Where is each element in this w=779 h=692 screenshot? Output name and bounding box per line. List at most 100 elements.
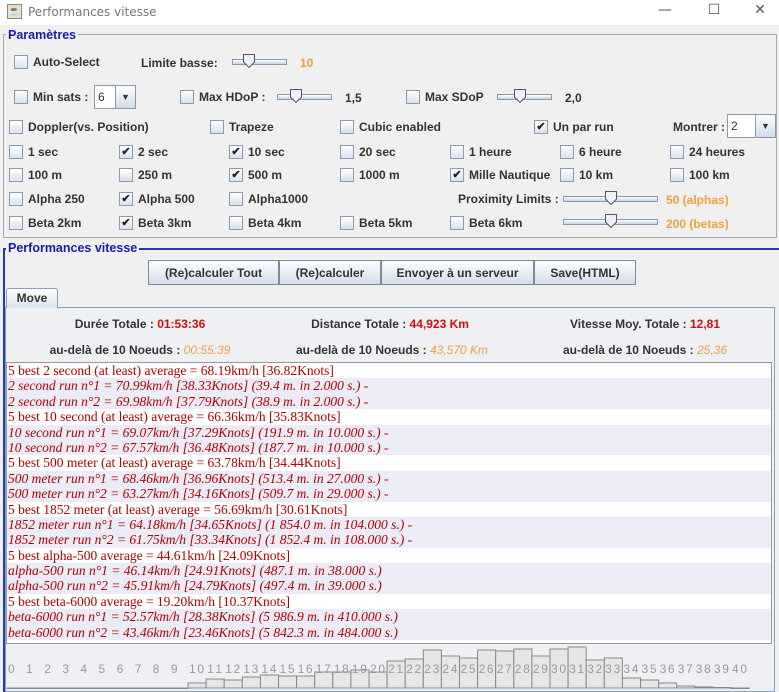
checkbox-box[interactable] xyxy=(340,120,354,134)
chevron-down-icon[interactable]: ▼ xyxy=(115,86,135,108)
duree-totale: Durée Totale : 01:53:36 xyxy=(30,317,250,331)
alpha-250-checkbox[interactable]: Alpha 250 xyxy=(9,192,85,206)
1-heure-checkbox[interactable]: 1 heure xyxy=(450,145,512,159)
6-heure-checkbox[interactable]: 6 heure xyxy=(560,145,622,159)
slider-thumb[interactable] xyxy=(605,191,617,205)
checkbox-box[interactable] xyxy=(9,192,23,206)
doppler-checkbox[interactable]: Doppler(vs. Position) xyxy=(9,120,149,134)
save-html-button[interactable]: Save(HTML) xyxy=(534,260,636,285)
2-sec-checkbox[interactable]: ✔ 2 sec xyxy=(119,145,168,159)
montrer-value: 2 xyxy=(731,119,738,133)
checkbox-box[interactable] xyxy=(450,145,464,159)
tab-move[interactable]: Move xyxy=(6,288,58,308)
checkbox-box[interactable] xyxy=(406,90,420,104)
montrer-combo[interactable]: 2 ▼ xyxy=(727,114,776,138)
title-bar: ☕ Performances vitesse — ☐ ✕ xyxy=(0,0,779,25)
histogram-tick-label: 8 xyxy=(153,662,160,676)
alpha-500-checkbox[interactable]: ✔ Alpha 500 xyxy=(119,192,195,206)
checkbox-box[interactable] xyxy=(670,145,684,159)
checkbox-box[interactable] xyxy=(119,168,133,182)
checkbox-box[interactable] xyxy=(670,168,684,182)
beta-2km-checkbox[interactable]: Beta 2km xyxy=(9,216,81,230)
distance-value: 44,923 Km xyxy=(409,317,469,331)
min-sats-combo[interactable]: 6 ▼ xyxy=(94,85,136,109)
histogram-tick-label: 6 xyxy=(117,662,124,676)
beta-6km-checkbox[interactable]: Beta 6km xyxy=(450,216,522,230)
checkbox-box[interactable] xyxy=(340,168,354,182)
duree-value: 01:53:36 xyxy=(157,317,206,331)
proximity-beta-slider[interactable] xyxy=(563,214,658,228)
limite-basse-slider[interactable] xyxy=(232,54,287,68)
close-button[interactable]: ✕ xyxy=(740,2,779,22)
checkbox-box[interactable]: ✔ xyxy=(229,168,243,182)
recalculer-tout-button[interactable]: (Re)calculer Tout xyxy=(148,260,279,285)
slider-thumb[interactable] xyxy=(290,89,302,103)
histogram-bar xyxy=(205,678,225,689)
checkbox-box[interactable]: ✔ xyxy=(534,120,548,134)
summary-line: 5 best 2 second (at least) average = 68.… xyxy=(8,363,334,378)
results-text-area[interactable]: 5 best 2 second (at least) average = 68.… xyxy=(6,362,772,644)
trapeze-checkbox[interactable]: Trapeze xyxy=(210,120,274,134)
slider-thumb[interactable] xyxy=(605,214,617,228)
checkbox-box[interactable] xyxy=(14,90,28,104)
beta-3km-label: Beta 3km xyxy=(138,216,192,230)
checkbox-box[interactable]: ✔ xyxy=(229,145,243,159)
10-sec-checkbox[interactable]: ✔ 10 sec xyxy=(229,145,285,159)
chevron-down-icon[interactable]: ▼ xyxy=(755,115,775,137)
beta-4km-checkbox[interactable]: Beta 4km xyxy=(229,216,301,230)
24-heures-checkbox[interactable]: 24 heures xyxy=(670,145,745,159)
slider-thumb[interactable] xyxy=(243,54,255,68)
checkbox-box[interactable] xyxy=(340,216,354,230)
beta-5km-checkbox[interactable]: Beta 5km xyxy=(340,216,412,230)
checkbox-box[interactable] xyxy=(210,120,224,134)
min-sats-checkbox[interactable]: Min sats : xyxy=(14,90,88,104)
envoyer-serveur-button[interactable]: Envoyer à un serveur xyxy=(381,260,534,285)
maximize-button[interactable]: ☐ xyxy=(694,2,734,22)
checkbox-box[interactable] xyxy=(9,145,23,159)
beta-2km-label: Beta 2km xyxy=(28,216,82,230)
histogram-bar xyxy=(241,676,261,689)
max-sdop-slider[interactable] xyxy=(497,89,552,103)
1000-m-checkbox[interactable]: 1000 m xyxy=(340,168,400,182)
checkbox-box[interactable]: ✔ xyxy=(119,216,133,230)
checkbox-box[interactable]: ✔ xyxy=(450,168,464,182)
100-km-checkbox[interactable]: 100 km xyxy=(670,168,730,182)
checkbox-box[interactable] xyxy=(229,192,243,206)
checkbox-box[interactable] xyxy=(180,90,194,104)
100-m-checkbox[interactable]: 100 m xyxy=(9,168,62,182)
checkbox-box[interactable] xyxy=(9,168,23,182)
checkbox-box[interactable] xyxy=(9,120,23,134)
checkbox-box[interactable] xyxy=(9,216,23,230)
500-m-label: 500 m xyxy=(248,168,283,182)
checkbox-box[interactable]: ✔ xyxy=(119,192,133,206)
10-km-checkbox[interactable]: 10 km xyxy=(560,168,613,182)
500-m-checkbox[interactable]: ✔ 500 m xyxy=(229,168,282,182)
checkbox-box[interactable] xyxy=(560,145,574,159)
proximity-alpha-slider[interactable] xyxy=(563,191,658,205)
checkbox-box[interactable] xyxy=(14,55,28,69)
max-sdop-checkbox[interactable]: Max SDoP xyxy=(406,90,484,104)
slider-thumb[interactable] xyxy=(514,89,526,103)
auto-select-checkbox[interactable]: Auto-Select xyxy=(14,55,100,69)
checkbox-box[interactable] xyxy=(340,145,354,159)
checkbox-box[interactable] xyxy=(229,216,243,230)
250-m-checkbox[interactable]: 250 m xyxy=(119,168,172,182)
checkbox-box[interactable] xyxy=(450,216,464,230)
2-sec-label: 2 sec xyxy=(138,145,169,159)
summary-line: 5 best 500 meter (at least) average = 63… xyxy=(8,455,341,471)
recalculer-button[interactable]: (Re)calculer xyxy=(279,260,381,285)
10-km-label: 10 km xyxy=(579,168,614,182)
max-hdop-checkbox[interactable]: Max HDoP : xyxy=(180,90,265,104)
checkbox-box[interactable] xyxy=(560,168,574,182)
alpha1000-checkbox[interactable]: Alpha1000 xyxy=(229,192,308,206)
mille-nautique-checkbox[interactable]: ✔ Mille Nautique xyxy=(450,168,550,182)
checkbox-box[interactable]: ✔ xyxy=(119,145,133,159)
cubic-checkbox[interactable]: Cubic enabled xyxy=(340,120,441,134)
max-hdop-slider[interactable] xyxy=(277,89,332,103)
duree-label: Durée Totale : xyxy=(74,317,158,331)
un-par-run-checkbox[interactable]: ✔ Un par run xyxy=(534,120,614,134)
beta-3km-checkbox[interactable]: ✔ Beta 3km xyxy=(119,216,191,230)
1-sec-checkbox[interactable]: 1 sec xyxy=(9,145,58,159)
20-sec-checkbox[interactable]: 20 sec xyxy=(340,145,396,159)
minimize-button[interactable]: — xyxy=(645,2,685,22)
